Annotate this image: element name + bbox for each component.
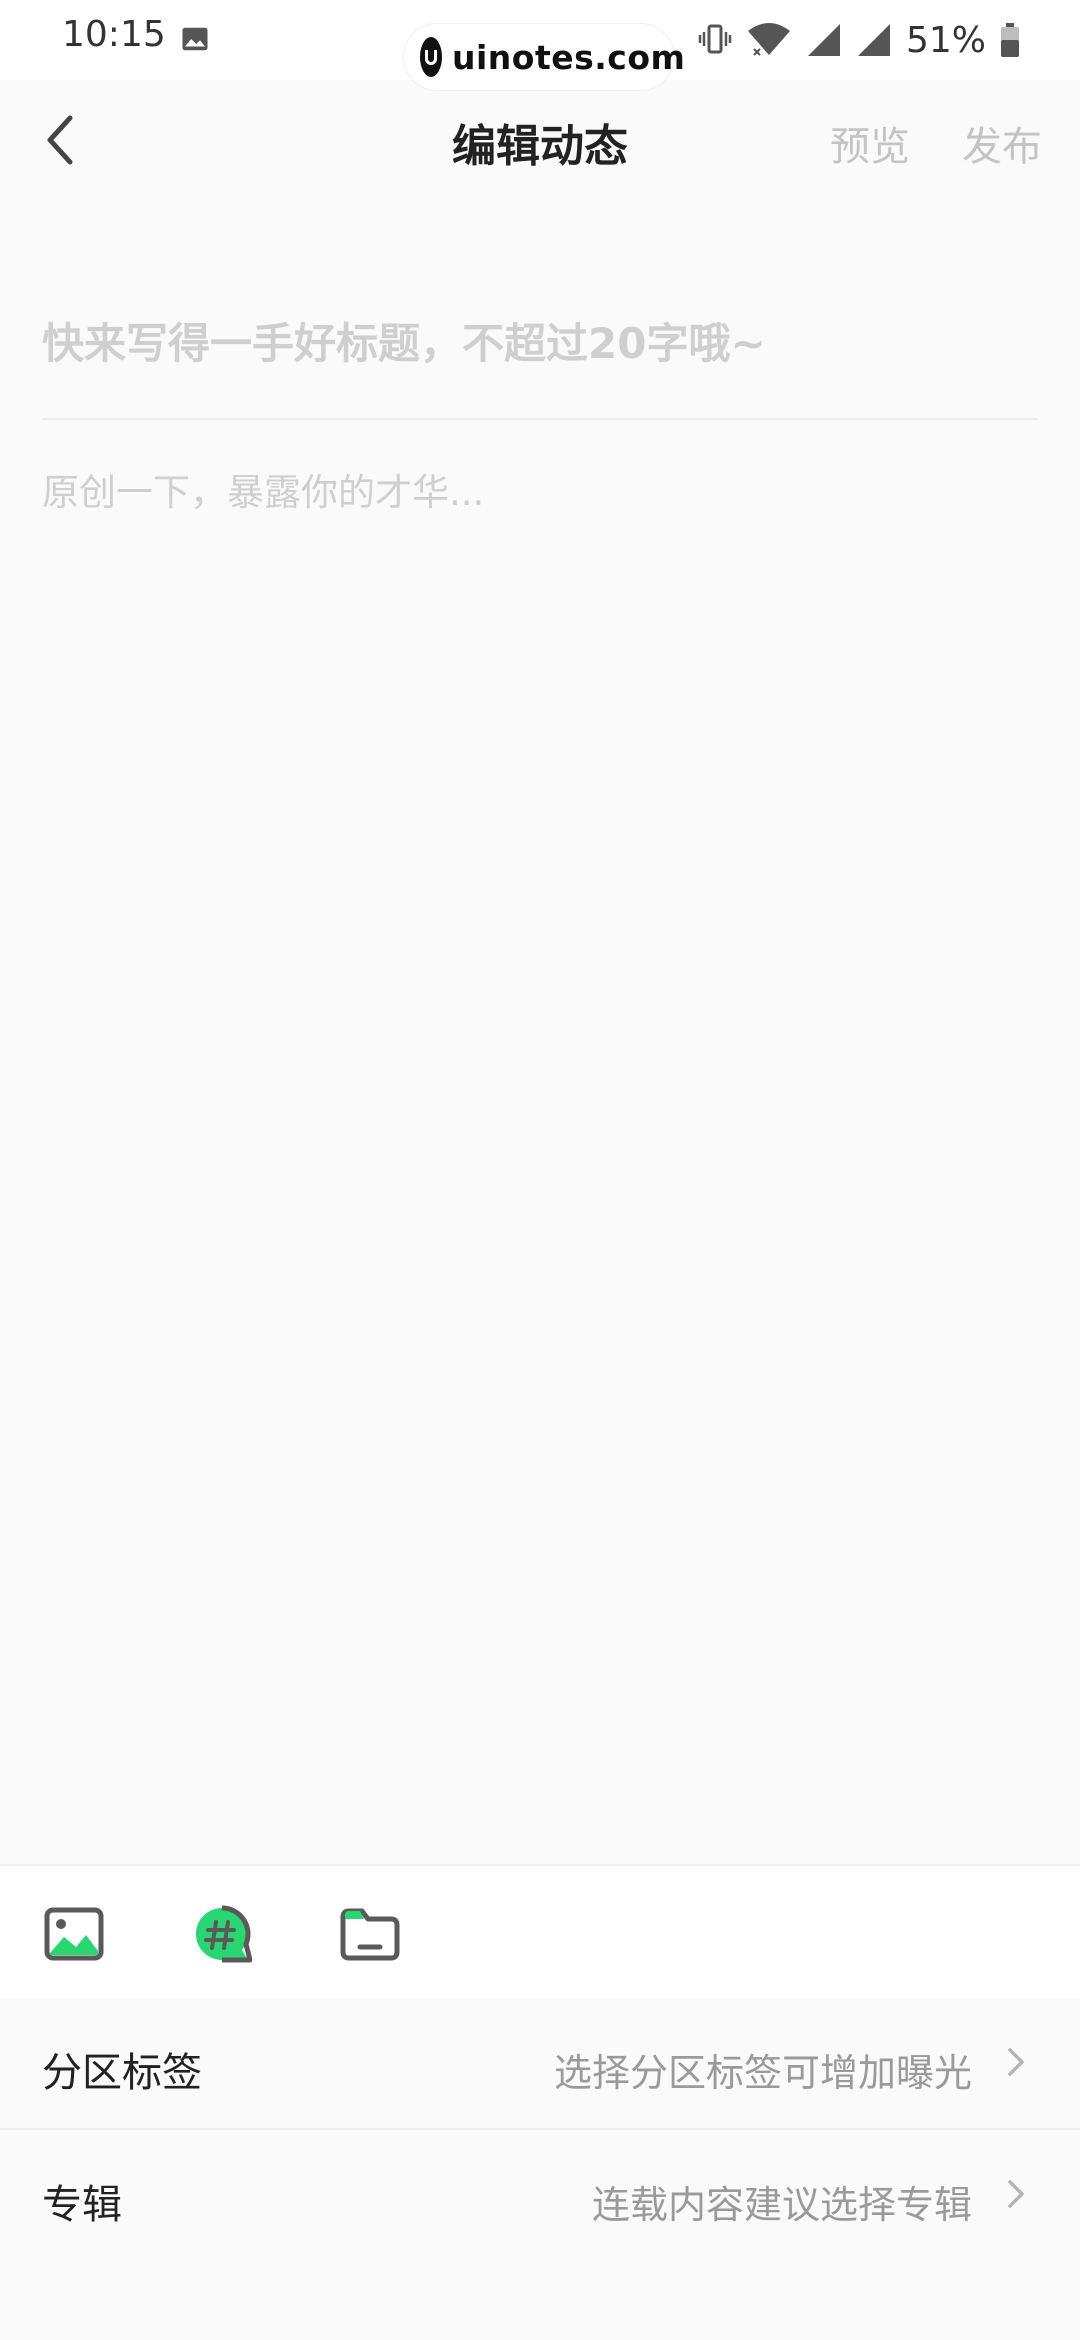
image-icon	[44, 1907, 104, 1961]
preview-button[interactable]: 预览	[830, 114, 910, 172]
header: 编辑动态 预览 发布	[0, 80, 1080, 200]
insert-image-button[interactable]	[42, 1902, 106, 1966]
image-icon	[182, 27, 208, 51]
status-time: 10:15	[62, 14, 166, 55]
body-input[interactable]: 原创一下，暴露你的才华...	[42, 462, 1038, 516]
title-divider	[42, 418, 1038, 420]
title-input[interactable]: 快来写得一手好标题，不超过20字哦~	[42, 310, 1038, 371]
signal-icon	[857, 24, 890, 56]
battery-percent: 51%	[905, 19, 986, 61]
vibrate-icon	[698, 24, 732, 54]
watermark-logo-icon	[420, 37, 442, 77]
status-icons: 51%	[698, 18, 1020, 62]
editor-toolbar	[0, 1864, 1080, 2000]
publish-button[interactable]: 发布	[962, 114, 1042, 172]
watermark-text: uinotes.com	[452, 37, 686, 77]
topic-hashtag-icon	[196, 1905, 252, 1963]
album-row[interactable]: 专辑 连载内容建议选择专辑	[0, 2130, 1080, 2260]
chevron-right-icon	[1008, 2048, 1024, 2076]
status-bar: 10:15 uinotes.com 51%	[0, 0, 1080, 90]
category-tag-hint: 选择分区标签可增加曝光	[553, 2051, 972, 2095]
folder-icon	[340, 1908, 400, 1961]
signal-icon	[807, 24, 840, 56]
battery-icon	[1001, 23, 1019, 57]
wifi-icon	[747, 23, 790, 56]
album-hint: 连载内容建议选择专辑	[591, 2183, 972, 2227]
album-label: 专辑	[42, 2182, 122, 2228]
category-tag-row[interactable]: 分区标签 选择分区标签可增加曝光	[0, 1998, 1080, 2128]
page-title: 编辑动态	[452, 121, 628, 172]
insert-folder-button[interactable]	[338, 1902, 402, 1966]
chevron-right-icon	[1008, 2180, 1024, 2208]
insert-topic-button[interactable]	[190, 1902, 254, 1966]
category-tag-label: 分区标签	[42, 2050, 202, 2096]
